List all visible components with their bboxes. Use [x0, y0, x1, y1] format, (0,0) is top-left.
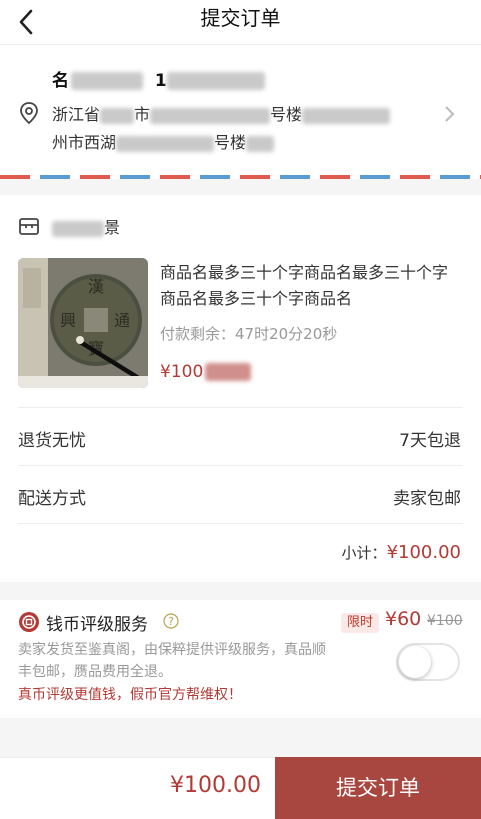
coin-image-icon: 漢 興 通 寶: [18, 258, 148, 388]
subtotal: 小计：¥100.00: [342, 542, 461, 563]
divider: [18, 523, 463, 524]
address-building-2: 号楼: [214, 133, 247, 152]
service-price: ¥60: [385, 608, 422, 630]
redacted-phone: [166, 72, 265, 90]
redacted-detail: [302, 107, 391, 124]
coin-service-icon: [18, 611, 40, 637]
back-button[interactable]: [10, 4, 46, 40]
redacted-price: [205, 363, 252, 381]
airmail-stripe: [0, 175, 481, 179]
svg-text:興: 興: [60, 311, 76, 330]
location-pin-icon: [18, 101, 40, 129]
svg-text:通: 通: [114, 311, 130, 330]
help-icon[interactable]: ?: [163, 613, 179, 633]
svg-text:?: ?: [168, 615, 174, 628]
return-policy-label: 退货无忧: [18, 431, 86, 451]
toggle-knob: [399, 646, 431, 678]
product-name[interactable]: 商品名最多三十个字商品名最多三十个字 商品名最多三十个字商品名: [160, 260, 465, 312]
recipient-info: 名 1: [52, 66, 265, 91]
address-province: 浙江省: [52, 105, 101, 124]
redacted-name: [71, 72, 143, 90]
subtotal-amount: ¥100.00: [386, 542, 461, 563]
redacted-line2: [116, 135, 215, 152]
service-original-price: ¥100: [427, 613, 463, 629]
return-policy-value: 7天包退: [399, 431, 461, 451]
service-description: 卖家发货至鉴真阁，由保粹提供评级服务，真品顺丰包邮，赝品费用全退。: [18, 642, 326, 680]
divider: [18, 407, 463, 408]
address-fragment: 市: [134, 105, 151, 124]
redacted-line2-tail: [246, 135, 275, 152]
address-building: 号楼: [270, 105, 303, 124]
recipient-phone: 1: [154, 71, 167, 91]
divider: [18, 465, 463, 466]
redacted-city: [100, 107, 135, 124]
product-thumbnail[interactable]: 漢 興 通 寶: [18, 258, 148, 388]
shop-name[interactable]: 景: [52, 214, 120, 238]
product-price: ¥100: [160, 362, 252, 382]
delivery-method-label: 配送方式: [18, 489, 86, 509]
subtotal-label: 小计：: [341, 544, 387, 562]
header-bar: [0, 0, 481, 44]
delivery-method-value: 卖家包邮: [393, 489, 461, 509]
address-district: 州市西湖: [52, 133, 117, 152]
order-total: ¥100.00: [170, 773, 261, 798]
submit-order-button[interactable]: 提交订单: [275, 757, 481, 819]
service-toggle[interactable]: [396, 643, 460, 681]
product-name-line-2: 商品名最多三十个字商品名: [160, 289, 353, 308]
address-text: 浙江省市号楼 州市西湖 号楼: [52, 101, 437, 157]
back-arrow-icon: [19, 9, 33, 35]
shop-icon: [18, 216, 40, 240]
service-promo-note: 真币评级更值钱，假币官方帮维权！: [18, 687, 242, 703]
payment-countdown: 付款剩余：47时20分20秒: [160, 325, 338, 343]
service-title: 钱币评级服务: [46, 615, 148, 635]
redacted-street: [150, 107, 271, 124]
limited-time-badge: 限时: [341, 613, 379, 633]
redacted-shop-name: [52, 220, 104, 237]
chevron-right-icon: [442, 104, 458, 128]
recipient-name: 名: [52, 71, 69, 91]
product-name-line-1: 商品名最多三十个字商品名最多三十个字: [160, 263, 449, 282]
svg-text:漢: 漢: [88, 277, 104, 296]
